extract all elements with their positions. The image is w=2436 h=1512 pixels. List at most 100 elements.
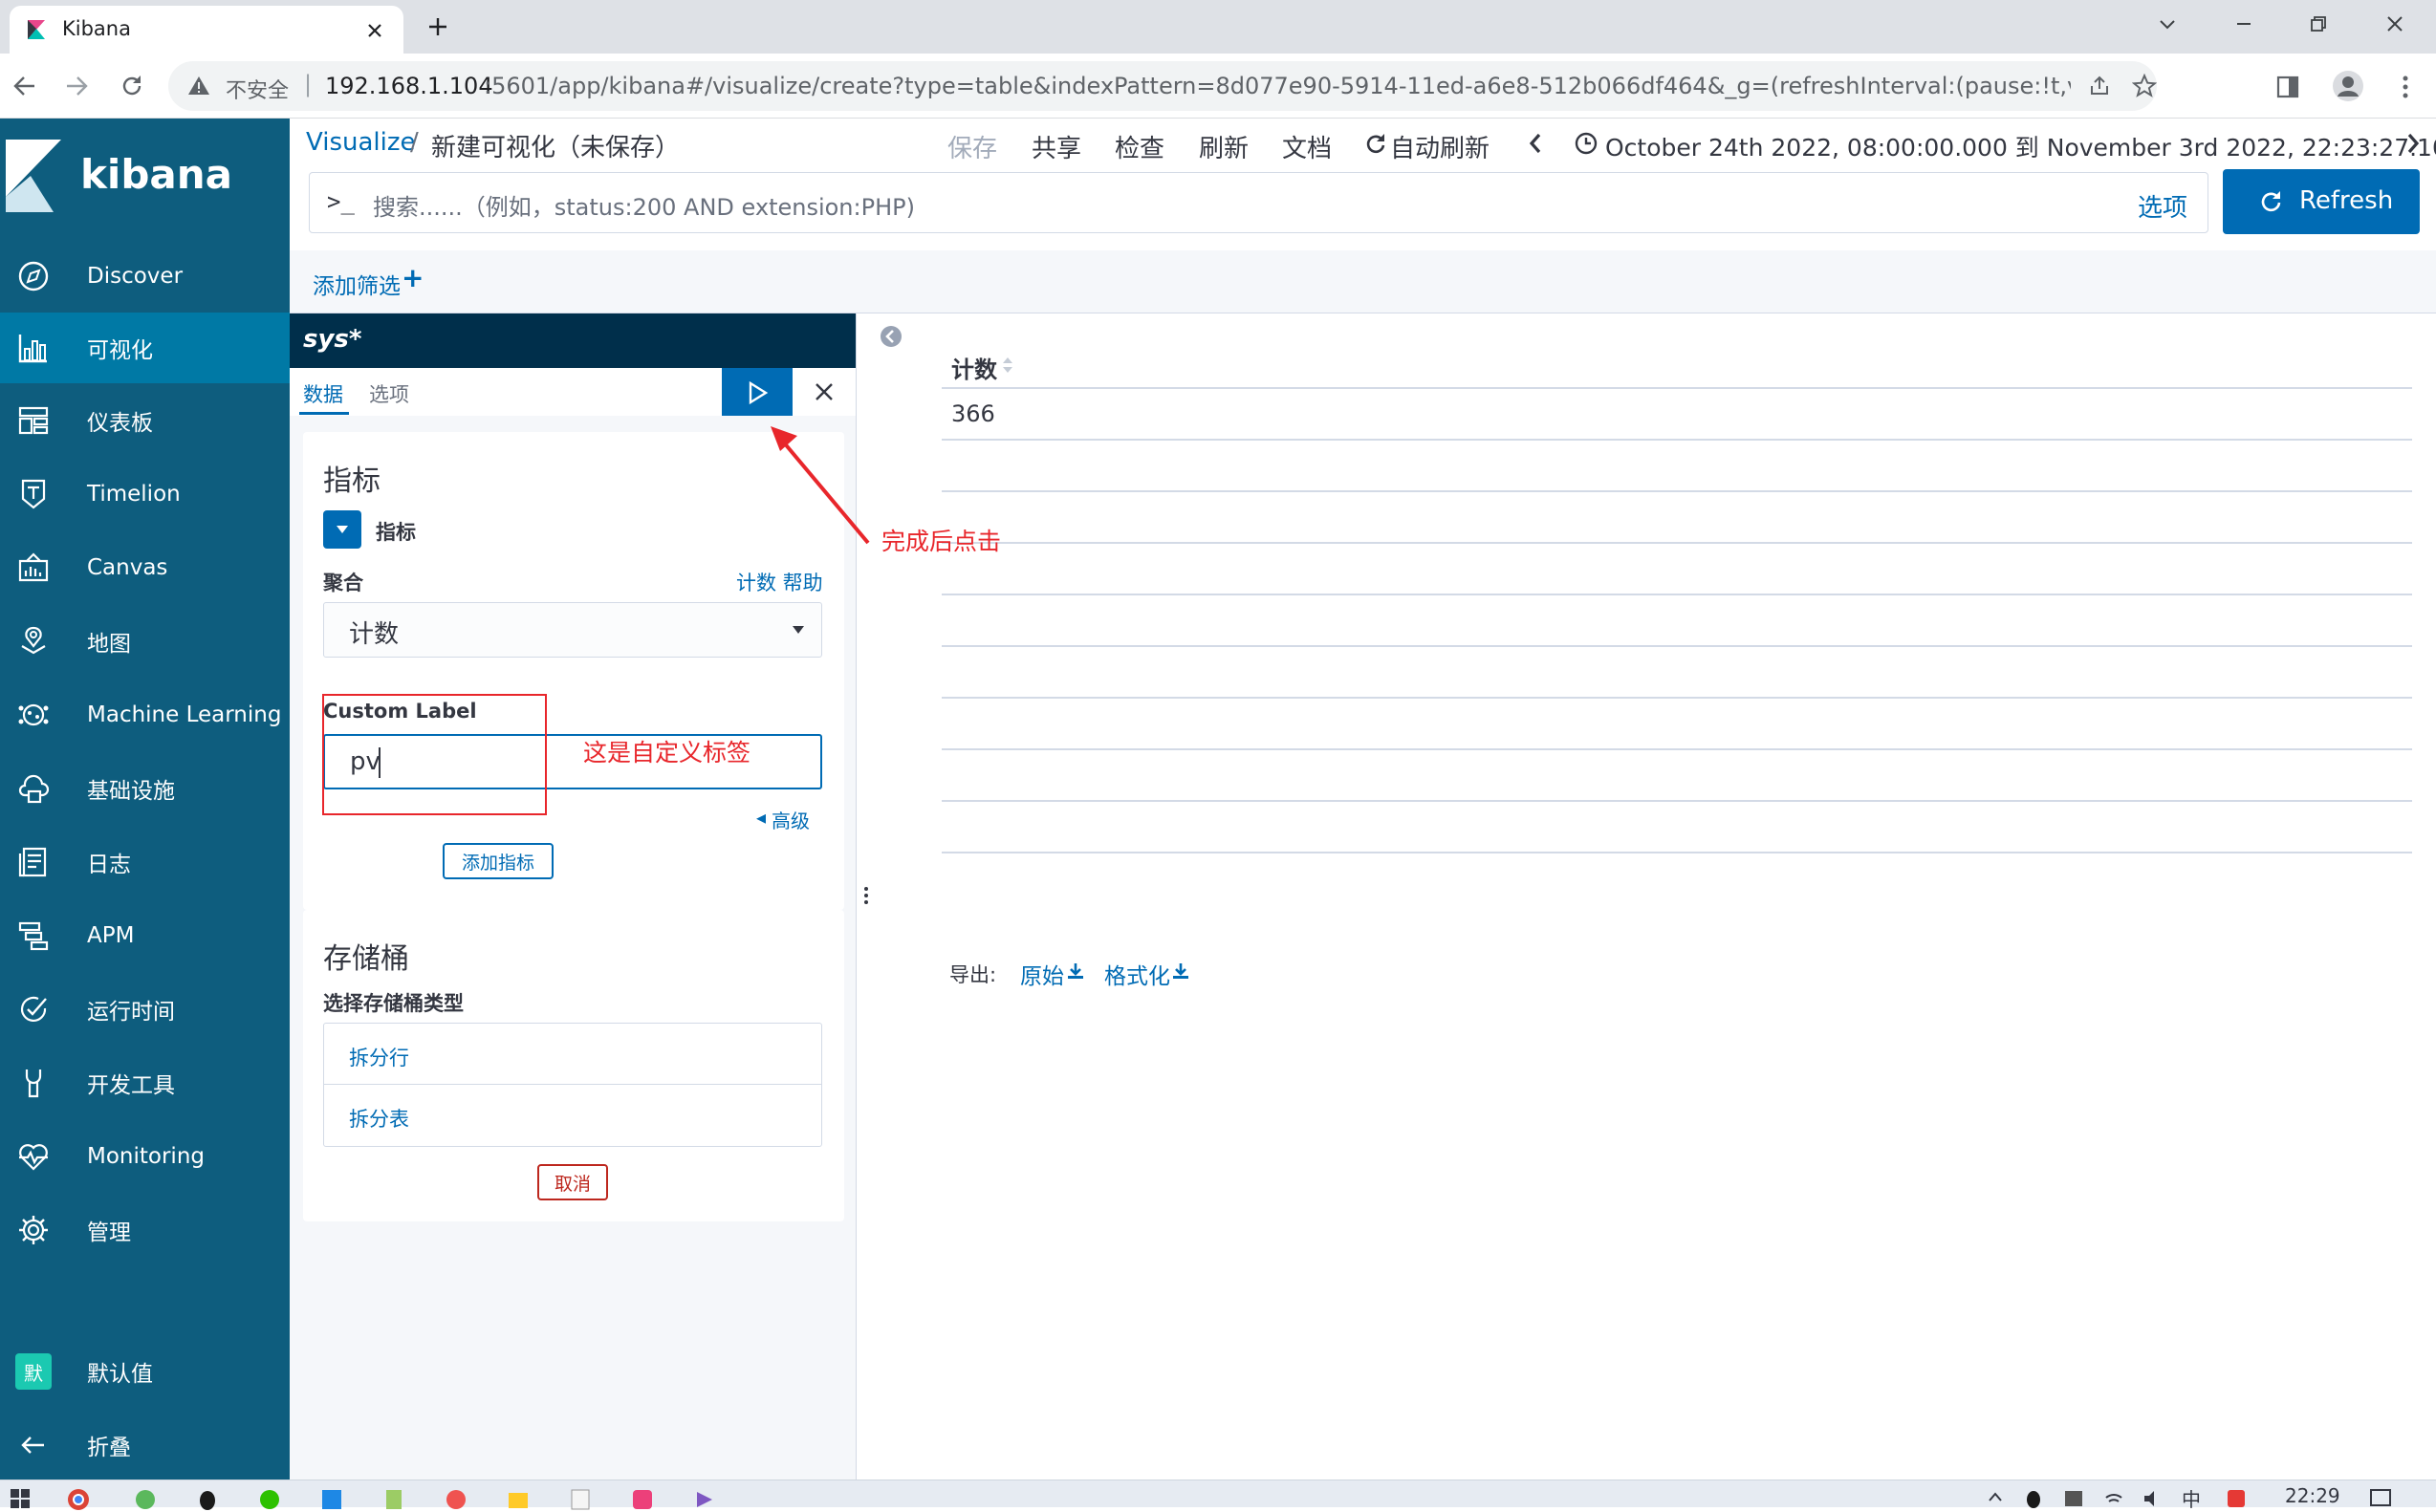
share-page-icon[interactable] <box>2088 75 2111 97</box>
sort-icon[interactable] <box>1001 355 1014 376</box>
download-icon[interactable] <box>1066 961 1085 981</box>
tray-app-icon[interactable] <box>2063 1488 2084 1509</box>
time-prev-icon[interactable] <box>1527 132 1544 155</box>
volume-icon[interactable] <box>2142 1488 2163 1509</box>
save-menu-item[interactable]: 保存 <box>947 129 997 164</box>
share-menu-item[interactable]: 共享 <box>1032 129 1081 164</box>
sogou-ime-icon[interactable] <box>2226 1488 2247 1509</box>
sidebar-item-timelion[interactable]: Timelion <box>0 459 290 529</box>
query-input[interactable]: >_ 搜索......（例如，status:200 AND extension:… <box>309 172 2208 233</box>
visual-studio-taskbar-icon[interactable] <box>693 1488 716 1511</box>
notification-icon[interactable] <box>2369 1488 2392 1509</box>
export-raw-link[interactable]: 原始 <box>1020 958 1064 990</box>
apply-changes-button[interactable] <box>722 368 793 416</box>
sidebar-item-visualize[interactable]: 可视化 <box>0 313 290 383</box>
app-taskbar-icon[interactable] <box>134 1488 157 1511</box>
add-metric-button[interactable]: 添加指标 <box>443 843 554 879</box>
side-panel-icon[interactable] <box>2275 75 2300 99</box>
profile-avatar[interactable] <box>2333 71 2363 101</box>
sidebar-item-monitoring[interactable]: Monitoring <box>0 1121 290 1192</box>
close-tab-icon[interactable] <box>365 21 384 40</box>
sidebar-item-logs[interactable]: 日志 <box>0 827 290 897</box>
notepad-taskbar-icon[interactable] <box>382 1488 405 1511</box>
discard-changes-icon[interactable] <box>813 380 836 403</box>
app-taskbar-icon[interactable] <box>631 1488 654 1511</box>
wifi-icon[interactable] <box>2103 1488 2124 1509</box>
wechat-taskbar-icon[interactable] <box>258 1488 281 1511</box>
app-taskbar-icon[interactable] <box>445 1488 468 1511</box>
query-prompt: >_ <box>327 188 355 215</box>
restore-icon[interactable] <box>2308 13 2329 34</box>
plus-icon[interactable]: + <box>402 262 424 293</box>
export-formatted-link[interactable]: 格式化 <box>1104 958 1170 990</box>
sidebar-item-discover[interactable]: Discover <box>0 241 290 312</box>
ml-icon <box>18 703 49 726</box>
bookmark-star-icon[interactable] <box>2132 74 2157 98</box>
inspect-menu-item[interactable]: 检查 <box>1115 129 1164 164</box>
docs-menu-item[interactable]: 文档 <box>1282 129 1332 164</box>
collapse-label: 折叠 <box>87 1436 131 1460</box>
query-options-link[interactable]: 选项 <box>2138 188 2187 224</box>
refresh-button[interactable]: Refresh <box>2223 169 2420 234</box>
sidebar-item-maps[interactable]: 地图 <box>0 606 290 677</box>
typora-taskbar-icon[interactable] <box>569 1488 592 1511</box>
sidebar-item-infrastructure[interactable]: 基础设施 <box>0 753 290 824</box>
table-row-empty <box>942 595 2412 647</box>
advanced-toggle-link[interactable]: 高级 <box>772 806 810 833</box>
reload-icon[interactable] <box>119 73 145 99</box>
tab-data[interactable]: 数据 <box>303 379 343 408</box>
tab-search-chevron-icon[interactable] <box>2157 13 2178 34</box>
refresh-menu-item[interactable]: 刷新 <box>1199 129 1249 164</box>
metric-toggle-button[interactable] <box>323 510 361 549</box>
column-header[interactable]: 计数 <box>951 351 997 384</box>
resize-handle-icon[interactable] <box>862 885 870 906</box>
forward-icon[interactable] <box>63 73 90 99</box>
ime-indicator[interactable]: 中 <box>2182 1484 2201 1512</box>
minimize-icon[interactable] <box>2233 13 2254 34</box>
close-window-icon[interactable] <box>2384 13 2405 34</box>
chrome-taskbar-icon[interactable] <box>67 1488 90 1511</box>
split-rows-option[interactable]: 拆分行 <box>324 1024 821 1085</box>
sidebar-item-canvas[interactable]: Canvas <box>0 532 290 603</box>
address-field[interactable]: 不安全 | 192.168.1.104 :5601/app/kibana#/vi… <box>168 61 2157 111</box>
map-icon <box>21 626 46 655</box>
sidebar-item-management[interactable]: 管理 <box>0 1195 290 1265</box>
collapse-nav-button[interactable]: 折叠 <box>0 1410 290 1480</box>
folder-taskbar-icon[interactable] <box>507 1488 530 1511</box>
tray-expand-icon[interactable] <box>1987 1490 2004 1503</box>
breadcrumb-current: 新建可视化（未保存） <box>431 134 681 162</box>
app-taskbar-icon[interactable] <box>320 1488 343 1511</box>
sidebar-item-devtools[interactable]: 开发工具 <box>0 1048 290 1118</box>
split-table-option[interactable]: 拆分表 <box>324 1085 821 1146</box>
qq-taskbar-icon[interactable] <box>196 1488 219 1511</box>
buckets-title: 存储桶 <box>323 942 409 976</box>
sidebar-item-apm[interactable]: APM <box>0 900 290 971</box>
qq-tray-icon[interactable] <box>2023 1488 2044 1509</box>
kibana-logo[interactable]: kibana <box>0 119 290 224</box>
split-rows-label: 拆分行 <box>349 1047 409 1069</box>
aggregation-select[interactable]: 计数 <box>323 602 822 658</box>
kibana-wordmark: kibana <box>80 151 232 198</box>
sidebar-item-uptime[interactable]: 运行时间 <box>0 974 290 1045</box>
new-tab-icon[interactable] <box>426 15 449 38</box>
time-next-icon[interactable] <box>2404 132 2422 155</box>
collapse-editor-icon[interactable] <box>880 325 903 348</box>
sidebar-item-dashboard[interactable]: 仪表板 <box>0 385 290 456</box>
tab-options[interactable]: 选项 <box>369 379 409 408</box>
back-icon[interactable] <box>11 73 38 99</box>
aggregation-help-link[interactable]: 计数 帮助 <box>736 568 823 596</box>
browser-tab[interactable]: Kibana <box>10 6 403 54</box>
browser-menu-icon[interactable] <box>2396 75 2415 99</box>
add-filter-link[interactable]: 添加筛选 <box>313 268 401 300</box>
download-icon[interactable] <box>1171 961 1190 981</box>
sidebar-item-machine-learning[interactable]: Machine Learning <box>0 680 290 750</box>
windows-start-icon[interactable] <box>10 1488 31 1509</box>
auto-refresh-menu-item[interactable]: 自动刷新 <box>1390 129 1490 164</box>
data-table: 计数 366 <box>942 339 2412 913</box>
time-range[interactable]: October 24th 2022, 08:00:00.000 到 Novemb… <box>1605 129 2436 163</box>
space-selector[interactable]: 默 默认值 <box>0 1336 290 1407</box>
cancel-bucket-button[interactable]: 取消 <box>537 1164 608 1200</box>
breadcrumb-visualize[interactable]: Visualize <box>306 128 416 157</box>
taskbar-clock[interactable]: 22:29 <box>2285 1484 2340 1507</box>
advanced-toggle-caret[interactable]: ◂ <box>756 806 766 829</box>
